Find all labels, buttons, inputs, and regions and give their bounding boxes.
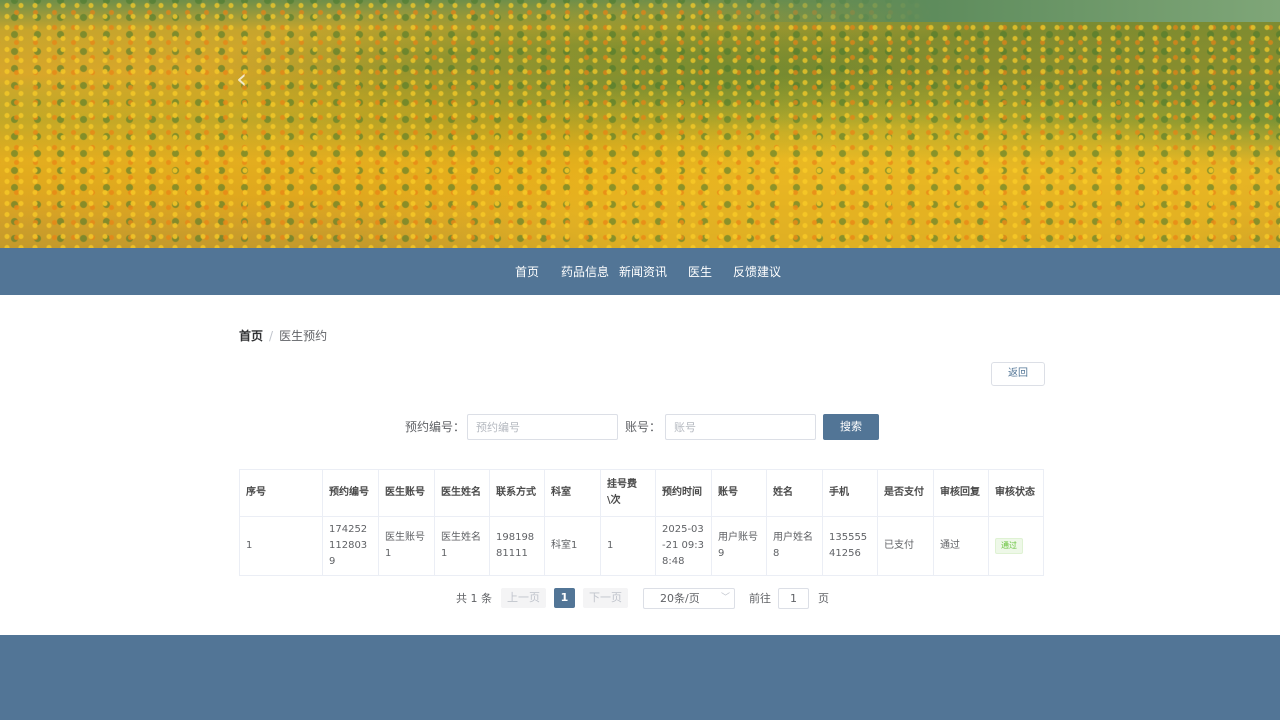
header-doctor-account: 医生账号 <box>378 469 435 517</box>
cell-review-status: 通过 <box>988 516 1044 576</box>
cell-doctor-name: 医生姓名1 <box>434 516 490 576</box>
banner-image: ‹ <box>0 0 1280 248</box>
chevron-down-icon: ﹀ <box>720 593 730 603</box>
cell-account: 用户账号9 <box>711 516 767 576</box>
appointment-no-label: 预约编号： <box>405 420 466 434</box>
cell-phone: 13555541256 <box>822 516 878 576</box>
header-phone: 手机 <box>822 469 878 517</box>
cell-department: 科室1 <box>544 516 601 576</box>
cell-name: 用户姓名8 <box>766 516 823 576</box>
goto-label: 前往 <box>749 592 771 605</box>
header-account: 账号 <box>711 469 767 517</box>
breadcrumb-current: 医生预约 <box>279 329 328 343</box>
search-form: 预约编号： 账号： 搜索 <box>0 414 1280 441</box>
appointment-table: 序号 预约编号 医生账号 医生姓名 联系方式 科室 挂号费\次 预约时间 账号 … <box>239 469 1044 576</box>
cell-contact: 19819881111 <box>489 516 545 576</box>
back-button[interactable]: 返回 <box>991 362 1045 386</box>
page-size-value: 20条/页 <box>660 592 700 605</box>
header-index: 序号 <box>239 469 323 517</box>
goto-unit: 页 <box>818 592 829 605</box>
header-department: 科室 <box>544 469 601 517</box>
carousel-prev-icon[interactable]: ‹ <box>236 64 260 94</box>
main-content: 首页 / 医生预约 返回 预约编号： 账号： 搜索 序号 预约编号 医生账号 医生姓… <box>0 295 1280 635</box>
header-name: 姓名 <box>766 469 823 517</box>
flower-field-texture <box>0 0 1280 248</box>
breadcrumb-home[interactable]: 首页 <box>239 329 263 343</box>
header-paid: 是否支付 <box>877 469 934 517</box>
header-contact: 联系方式 <box>489 469 545 517</box>
cell-paid: 已支付 <box>877 516 934 576</box>
prev-page-button[interactable]: 上一页 <box>501 588 546 608</box>
page-size-select[interactable]: 20条/页 ﹀ <box>643 588 735 609</box>
header-appointment-time: 预约时间 <box>655 469 712 517</box>
pagination-total: 共 1 条 <box>456 592 492 605</box>
breadcrumb: 首页 / 医生预约 <box>239 328 327 344</box>
cell-doctor-account: 医生账号1 <box>378 516 435 576</box>
header-fee: 挂号费\次 <box>600 469 656 517</box>
header-doctor-name: 医生姓名 <box>434 469 490 517</box>
cell-appointment-no: 1742521128039 <box>322 516 379 576</box>
top-navbar: 首页 药品信息 新闻资讯 医生 反馈建议 <box>0 248 1280 295</box>
account-input[interactable] <box>665 414 816 440</box>
pagination: 共 1 条 上一页 1 下一页 20条/页 ﹀ 前往 页 <box>0 588 1280 610</box>
footer <box>0 635 1280 720</box>
nav-item-feedback[interactable]: 反馈建议 <box>733 263 781 281</box>
goto-page-input[interactable] <box>778 588 809 609</box>
account-label: 账号： <box>625 420 662 434</box>
table-row[interactable]: 1 1742521128039 医生账号1 医生姓名1 19819881111 … <box>239 516 1044 576</box>
appointment-no-input[interactable] <box>467 414 618 440</box>
cell-appointment-time: 2025-03-21 09:38:48 <box>655 516 712 576</box>
tree-line <box>700 0 1280 22</box>
header-review-status: 审核状态 <box>988 469 1044 517</box>
nav-item-home[interactable]: 首页 <box>515 263 539 281</box>
table-header-row: 序号 预约编号 医生账号 医生姓名 联系方式 科室 挂号费\次 预约时间 账号 … <box>239 469 1044 517</box>
breadcrumb-separator: / <box>269 329 274 343</box>
header-review-reply: 审核回复 <box>933 469 989 517</box>
page-number-1[interactable]: 1 <box>554 588 575 608</box>
status-badge: 通过 <box>995 538 1023 554</box>
nav-item-doctor[interactable]: 医生 <box>688 263 712 281</box>
next-page-button[interactable]: 下一页 <box>583 588 628 608</box>
cell-index: 1 <box>239 516 323 576</box>
nav-item-news[interactable]: 新闻资讯 <box>619 263 667 281</box>
nav-item-medicine[interactable]: 药品信息 <box>561 263 609 281</box>
cell-fee: 1 <box>600 516 656 576</box>
search-button[interactable]: 搜索 <box>823 414 879 440</box>
header-appointment-no: 预约编号 <box>322 469 379 517</box>
cell-review-reply: 通过 <box>933 516 989 576</box>
